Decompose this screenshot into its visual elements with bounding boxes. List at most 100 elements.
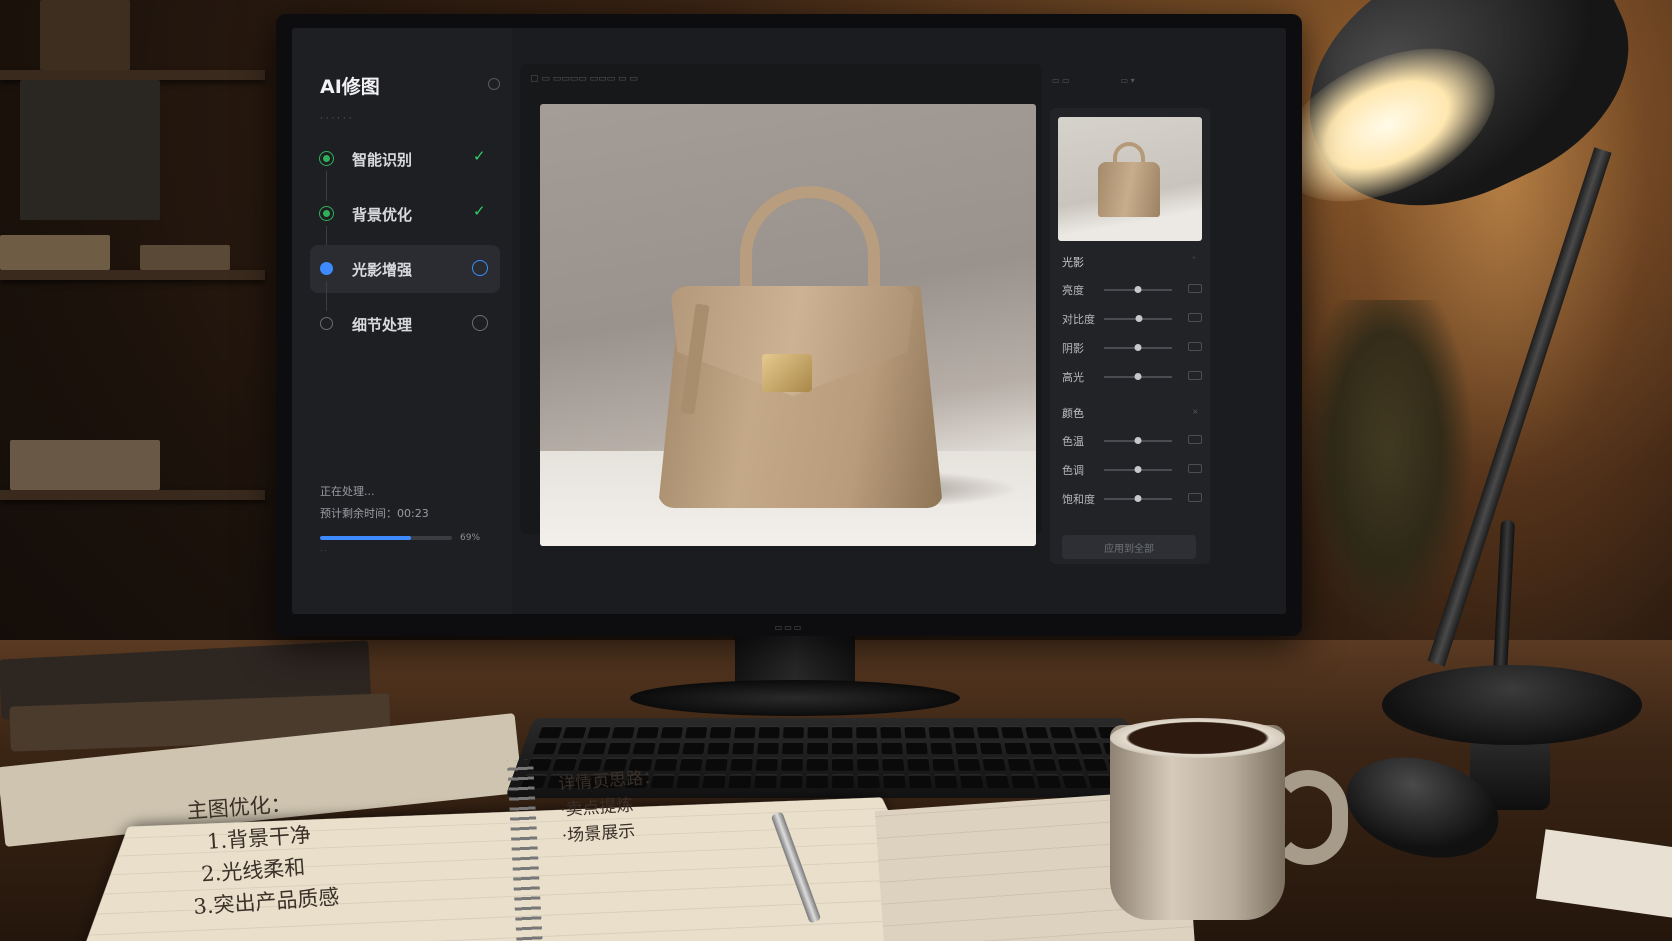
monitor-foot — [630, 680, 960, 716]
step-item-detail[interactable]: 细节处理 — [310, 300, 500, 348]
keyboard-key — [538, 726, 563, 739]
slider-contrast[interactable]: 对比度 — [1062, 311, 1202, 327]
slider-knob[interactable] — [1135, 315, 1143, 322]
keyboard-key — [857, 774, 880, 788]
keyboard-key — [807, 741, 829, 755]
value-box[interactable] — [1188, 342, 1202, 351]
keyboard-key — [907, 757, 930, 771]
chevron-up-icon[interactable]: ˄ — [1192, 256, 1196, 265]
monitor: AI修图 · · · · · · 智能识别 背景优化 — [276, 14, 1302, 636]
keyboard-key — [856, 726, 878, 739]
keyboard-key — [908, 774, 932, 788]
value-box[interactable] — [1188, 435, 1202, 444]
keyboard-key — [976, 726, 1000, 739]
keyboard-key — [709, 726, 732, 739]
group-label-color: 颜色 — [1062, 407, 1084, 420]
keyboard-key — [702, 774, 726, 788]
keyboard-key — [1077, 741, 1103, 755]
keyboard-key — [636, 726, 660, 739]
shelf — [0, 270, 265, 280]
keyboard-key — [732, 741, 755, 755]
value-box[interactable] — [1188, 464, 1202, 473]
handbag-lock — [762, 354, 812, 392]
value-box[interactable] — [1188, 371, 1202, 380]
keyboard-key — [832, 757, 854, 771]
keyboard-key — [552, 757, 578, 771]
step-label: 光影增强 — [352, 260, 413, 279]
book-stack — [0, 640, 523, 847]
slider-knob[interactable] — [1134, 344, 1142, 351]
keyboard-key — [934, 774, 958, 788]
step-item-lighting[interactable]: 光影增强 — [310, 245, 500, 311]
keyboard-key — [532, 741, 558, 755]
keyboard-key — [882, 757, 905, 771]
shelf-book — [140, 245, 230, 270]
keyboard-key — [679, 757, 703, 771]
keyboard-key — [1057, 757, 1083, 771]
keyboard-key — [959, 774, 984, 788]
keyboard-key — [782, 726, 804, 739]
step-active-dot-icon — [320, 262, 333, 275]
top-right-controls[interactable]: ▭ ▭ ▭ ▾ — [1052, 76, 1135, 85]
slider-shadow[interactable]: 阴影 — [1062, 340, 1202, 356]
keyboard-key — [880, 726, 902, 739]
slider-knob[interactable] — [1134, 373, 1142, 380]
progress-block: 正在处理... 预计剩余时间：00:23 69% · · — [320, 483, 490, 555]
step-item-background[interactable]: 背景优化 — [310, 190, 500, 256]
slider-temperature[interactable]: 色温 — [1062, 433, 1202, 449]
keyboard-key — [1032, 757, 1057, 771]
keyboard-key — [807, 726, 829, 739]
slider-knob[interactable] — [1134, 286, 1142, 293]
pending-ring-icon — [472, 315, 488, 331]
keyboard-key — [562, 726, 587, 739]
keyboard-key — [904, 726, 926, 739]
keyboard-key — [806, 757, 828, 771]
value-box[interactable] — [1188, 313, 1202, 322]
step-label: 细节处理 — [352, 315, 413, 334]
preview-thumbnail[interactable] — [1058, 117, 1202, 241]
apply-all-button[interactable]: 应用到全部 — [1062, 535, 1196, 559]
keyboard-key — [757, 741, 779, 755]
step-list: 智能识别 背景优化 光影增强 细节处理 — [310, 135, 500, 355]
keyboard-key — [1004, 741, 1028, 755]
keyboard-key — [1036, 774, 1062, 788]
keyboard-key — [587, 726, 611, 739]
slider-tint[interactable]: 色调 — [1062, 462, 1202, 478]
keyboard-key — [1007, 757, 1032, 771]
slider-knob[interactable] — [1134, 495, 1142, 502]
sidebar: AI修图 · · · · · · 智能识别 背景优化 — [292, 28, 512, 614]
keyboard-key — [780, 774, 803, 788]
shelf — [0, 490, 265, 500]
keyboard-key — [857, 757, 879, 771]
value-box[interactable] — [1188, 284, 1202, 293]
step-label: 背景优化 — [352, 205, 413, 224]
keyboard-key — [685, 726, 708, 739]
check-icon — [472, 147, 488, 166]
shelf-book — [20, 80, 160, 220]
step-item-recognition[interactable]: 智能识别 — [310, 135, 500, 201]
keyboard-key — [607, 741, 632, 755]
keyboard-key — [1000, 726, 1024, 739]
slider-knob[interactable] — [1134, 437, 1142, 444]
value-box[interactable] — [1188, 493, 1202, 502]
keyboard-key — [781, 757, 803, 771]
close-icon[interactable]: × — [1192, 407, 1199, 416]
slider-saturation[interactable]: 饱和度 — [1062, 491, 1202, 507]
monitor-brand-logo: ▭▭▭ — [774, 623, 804, 632]
progress-percent: 69% — [460, 533, 481, 543]
keyboard-key — [831, 726, 853, 739]
keyboard-key — [707, 741, 730, 755]
keyboard-key — [832, 774, 854, 788]
keyboard-key — [928, 726, 951, 739]
main-image[interactable] — [540, 104, 1036, 546]
app-window: AI修图 · · · · · · 智能识别 背景优化 — [292, 28, 1286, 614]
keyboard-key — [1061, 774, 1088, 788]
slider-highlight[interactable]: 高光 — [1062, 369, 1202, 385]
collapse-icon[interactable] — [488, 78, 500, 90]
keyboard-key — [1024, 726, 1049, 739]
step-label: 智能识别 — [352, 150, 413, 169]
keyboard-key — [831, 741, 853, 755]
keyboard-key — [881, 741, 903, 755]
slider-brightness[interactable]: 亮度 — [1062, 282, 1202, 298]
slider-knob[interactable] — [1134, 466, 1142, 473]
